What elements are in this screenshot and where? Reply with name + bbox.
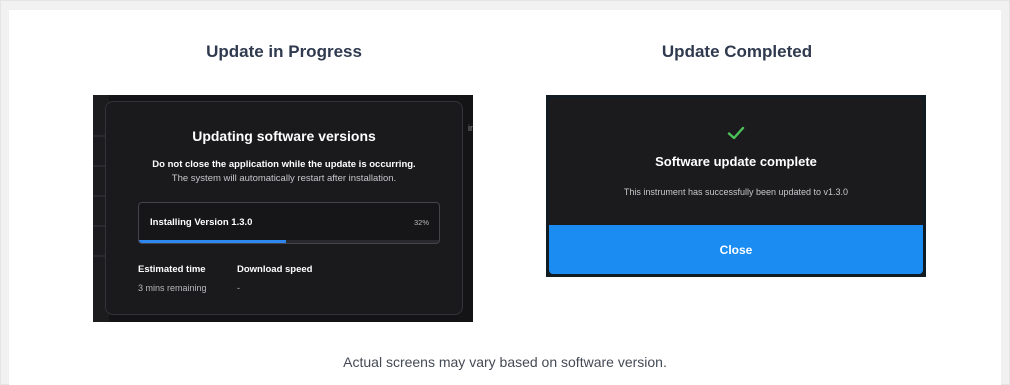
progress-bar-fill: [139, 240, 286, 243]
install-progress-box: Installing Version 1.3.0 32%: [138, 202, 440, 244]
footnote: Actual screens may vary based on softwar…: [343, 354, 667, 370]
dialog-warning-text: Do not close the application while the u…: [152, 159, 416, 170]
checkmark-icon: [727, 126, 745, 140]
dialog-info-text: The system will automatically restart af…: [171, 173, 397, 184]
screenshot-update-completed: Software update complete This instrument…: [546, 95, 926, 277]
updating-dialog: Updating software versions Do not close …: [105, 101, 463, 315]
column-title-completed: Update Completed: [661, 42, 813, 61]
install-percent: 32%: [413, 218, 429, 227]
background-edge-text: in: [467, 123, 473, 133]
dialog-title: Updating software versions: [192, 128, 376, 144]
estimated-time-value: 3 mins remaining: [138, 283, 207, 293]
estimated-time-label: Estimated time: [138, 264, 206, 275]
screenshot-update-in-progress: in Updating software versions Do not clo…: [93, 95, 473, 322]
install-label: Installing Version 1.3.0: [150, 217, 253, 228]
complete-dialog-message: This instrument has successfully been up…: [623, 187, 849, 197]
column-title-in-progress: Update in Progress: [206, 42, 362, 61]
complete-dialog-title: Software update complete: [655, 154, 817, 169]
download-speed-label: Download speed: [237, 264, 313, 275]
complete-dialog: Software update complete This instrument…: [549, 98, 923, 274]
download-speed-value: -: [237, 283, 240, 293]
close-button[interactable]: Close: [549, 225, 923, 274]
